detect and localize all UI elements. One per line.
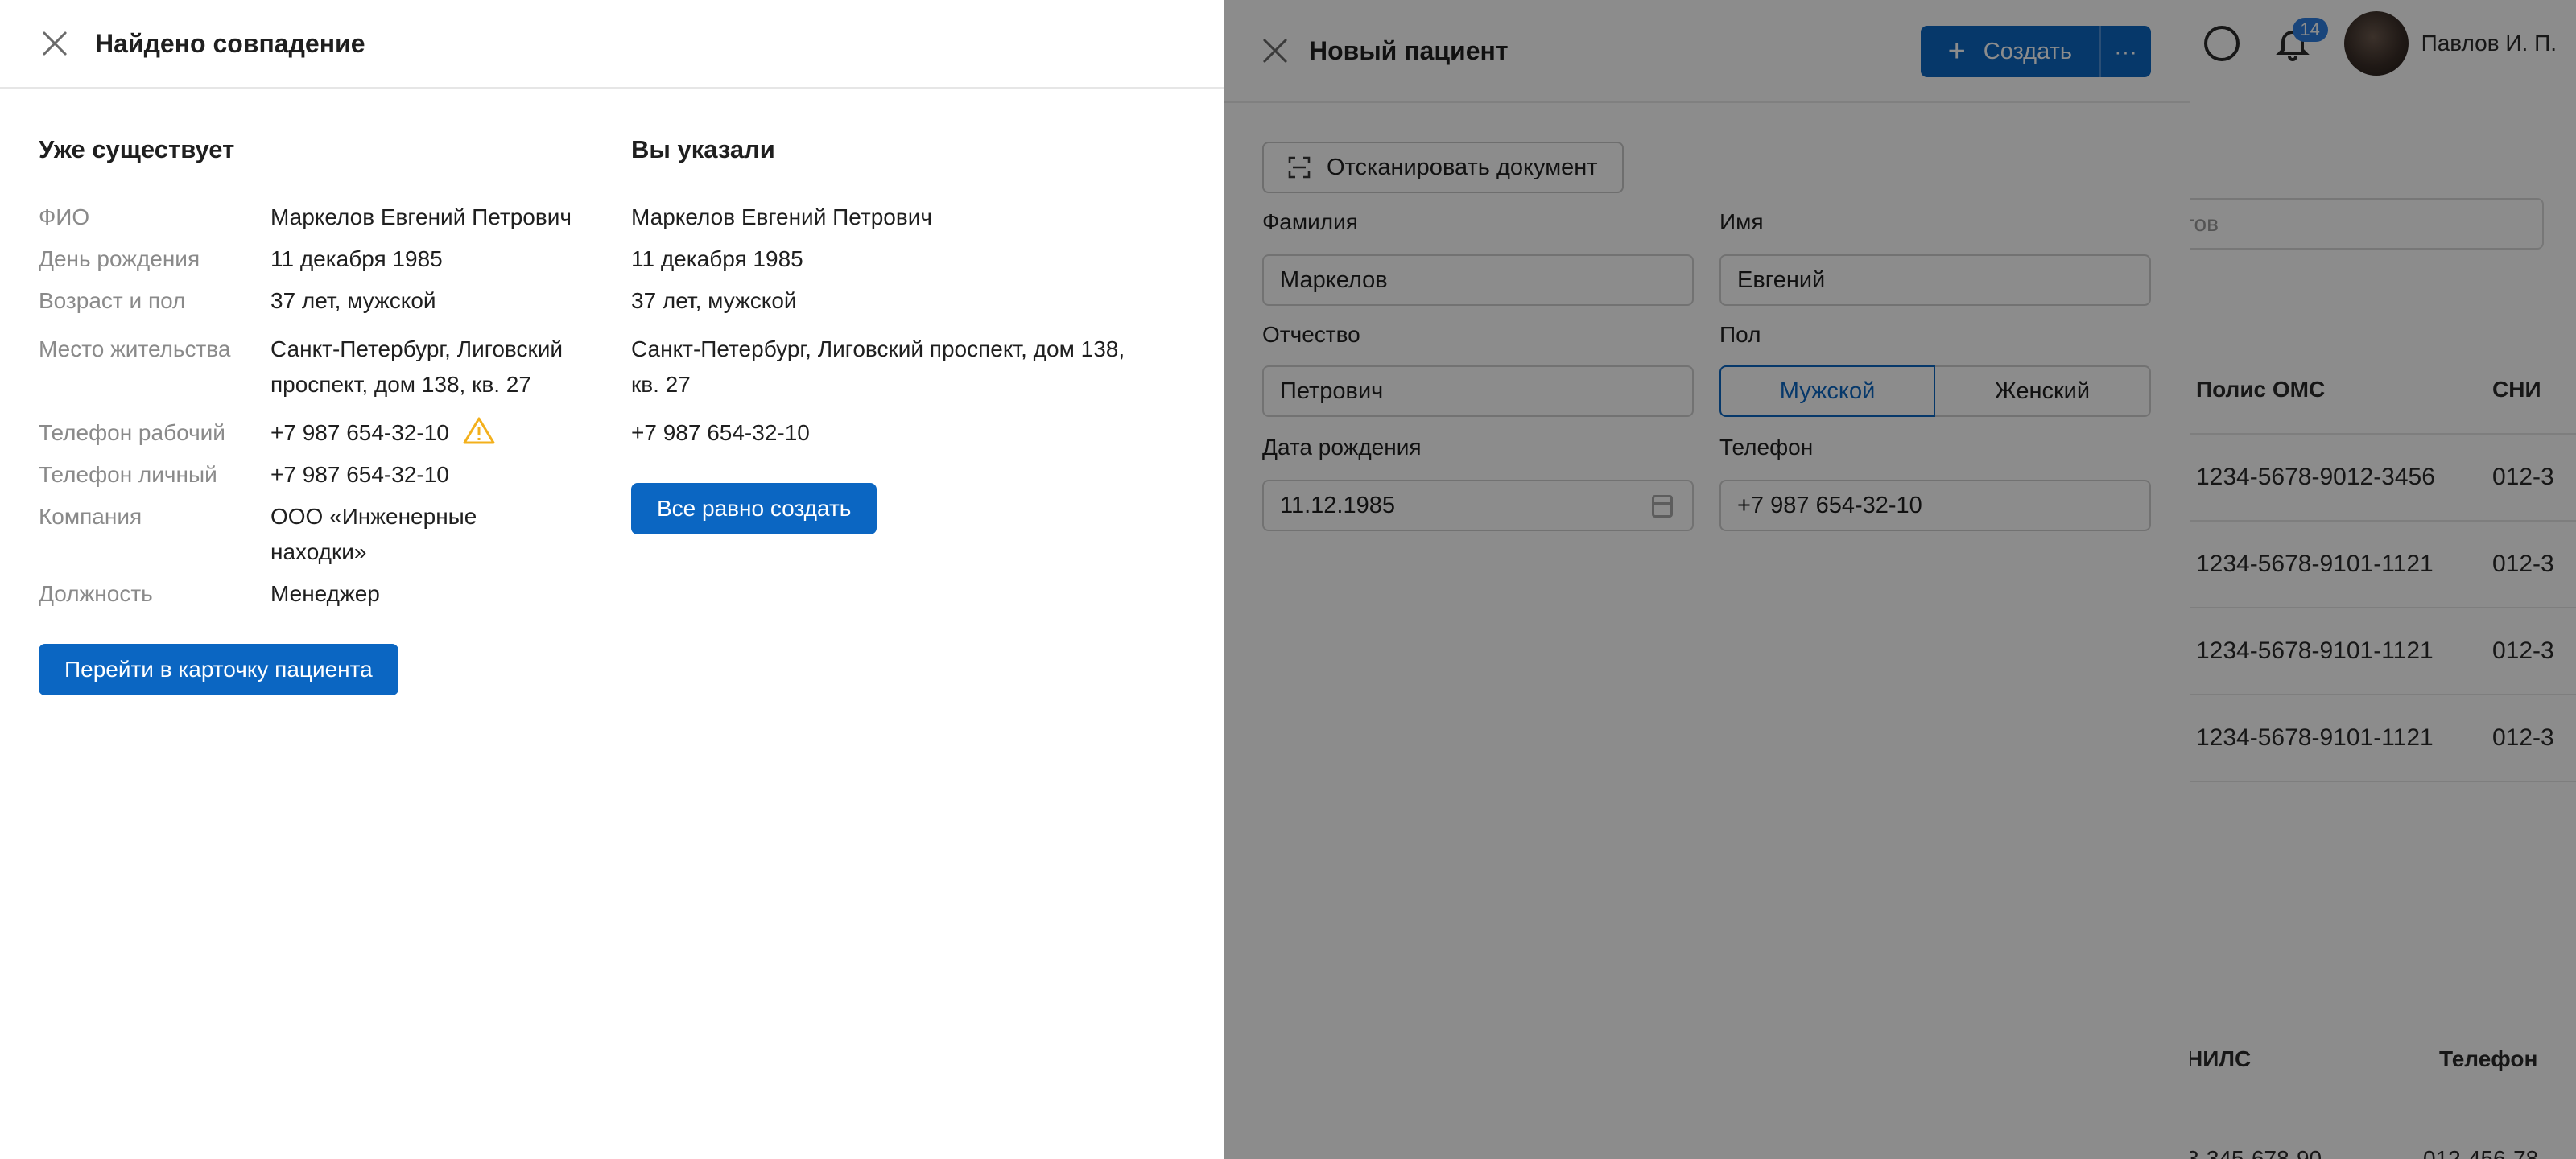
match-found-header: Найдено совпадение [0,0,1224,89]
existing-position-row: Должность Менеджер [39,576,380,612]
existing-patient-column: Уже существует ФИО Маркелов Евгений Петр… [39,134,602,695]
company-line-2: находки» [270,539,367,564]
entered-address: Санкт-Петербург, Лиговский проспект, дом… [631,332,1125,402]
existing-company-row: Компания ООО «Инженерные находки» [39,499,477,570]
entered-fio: Маркелов Евгений Петрович [631,204,932,229]
existing-birthday-row: День рождения 11 декабря 1985 [39,241,443,277]
birthday-value: 11 декабря 1985 [270,246,443,271]
company-value: ООО «Инженерные находки» [270,499,477,570]
create-anyway-button[interactable]: Все равно создать [631,483,877,534]
position-label: Должность [39,581,153,606]
close-icon[interactable] [42,31,68,56]
existing-work-phone-row: Телефон рабочий +7 987 654-32-10 [39,415,496,451]
match-found-title: Найдено совпадение [95,28,365,58]
entered-birthday: 11 декабря 1985 [631,246,803,271]
go-to-patient-card-label: Перейти в карточку пациента [64,657,373,682]
match-found-drawer: Найдено совпадение Уже существует ФИО Ма… [0,0,1224,1159]
existing-age-row: Возраст и пол 37 лет, мужской [39,283,436,319]
company-label: Компания [39,504,142,529]
entered-data-title: Вы указали [631,135,775,163]
work-phone-number: +7 987 654-32-10 [270,420,449,445]
work-phone-value: +7 987 654-32-10 [270,415,496,451]
entered-age-gender: 37 лет, мужской [631,288,797,313]
entered-address-line-2: кв. 27 [631,372,691,397]
existing-fio-row: ФИО Маркелов Евгений Петрович [39,200,572,235]
existing-patient-title: Уже существует [39,135,235,163]
entered-data-column: Вы указали Маркелов Евгений Петрович 11 … [631,134,1195,534]
personal-phone-value: +7 987 654-32-10 [270,462,449,487]
existing-address-row: Место жительства Санкт-Петербург, Лиговс… [39,332,563,402]
fio-label: ФИО [39,204,90,229]
age-gender-label: Возраст и пол [39,288,186,313]
address-line-1: Санкт-Петербург, Лиговский [270,336,564,361]
birthday-label: День рождения [39,246,200,271]
personal-phone-label: Телефон личный [39,462,217,487]
age-gender-value: 37 лет, мужской [270,288,436,313]
warning-icon [463,417,495,444]
address-line-2: проспект, дом 138, кв. 27 [270,372,531,397]
position-value: Менеджер [270,581,380,606]
new-patient-drawer: Новый пациент + Создать ··· Отсканироват… [1224,0,2190,1159]
fio-value: Маркелов Евгений Петрович [270,204,572,229]
entered-address-line-1: Санкт-Петербург, Лиговский проспект, дом… [631,336,1125,361]
go-to-patient-card-button[interactable]: Перейти в карточку пациента [39,644,398,695]
address-label: Место жительства [39,336,231,361]
work-phone-label: Телефон рабочий [39,420,225,445]
company-line-1: ООО «Инженерные [270,504,477,529]
new-patient-dim-overlay [1224,0,2190,1159]
address-value: Санкт-Петербург, Лиговский проспект, дом… [270,332,563,402]
entered-phone: +7 987 654-32-10 [631,420,810,445]
create-anyway-label: Все равно создать [657,496,852,521]
existing-personal-phone-row: Телефон личный +7 987 654-32-10 [39,457,449,493]
